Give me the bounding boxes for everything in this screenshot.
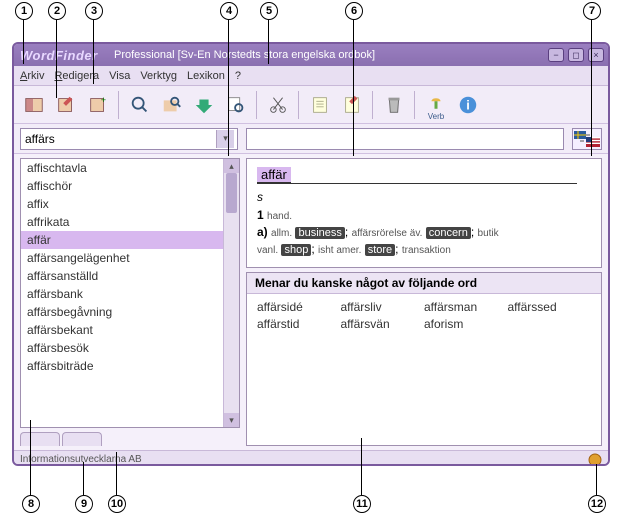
translation-shop[interactable]: shop xyxy=(281,244,311,256)
maximize-button[interactable]: ◻ xyxy=(568,48,584,62)
toolbar-search-book-icon[interactable] xyxy=(158,91,186,119)
suggestions-pane: Menar du kanske något av följande ord af… xyxy=(246,272,602,446)
menu-visa[interactable]: Visa xyxy=(109,70,130,82)
tab-2[interactable] xyxy=(62,432,102,446)
callout-7: 7 xyxy=(583,2,601,20)
toolbar: + Verb i xyxy=(14,86,608,124)
list-item[interactable]: affrikata xyxy=(21,213,223,231)
list-item[interactable]: affärsbekant xyxy=(21,321,223,339)
suggestion-item[interactable]: affärssed xyxy=(508,300,592,314)
globe-icon[interactable] xyxy=(588,453,602,467)
toolbar-book-open-icon[interactable] xyxy=(20,91,48,119)
status-text: Informationsutvecklarna AB xyxy=(20,454,142,465)
translation-concern[interactable]: concern xyxy=(426,227,471,239)
window-title: Professional [Sv-En Norstedts stora enge… xyxy=(114,49,548,61)
callout-4: 4 xyxy=(220,2,238,20)
suggestion-item[interactable]: affärsvän xyxy=(341,317,425,331)
suggestions-grid: affärsidé affärsliv affärsman affärssed … xyxy=(247,294,601,337)
callout-8: 8 xyxy=(22,495,40,513)
headword: affär xyxy=(257,167,291,183)
toolbar-search-icon[interactable] xyxy=(126,91,154,119)
toolbar-divider xyxy=(414,91,416,119)
suggestion-item[interactable]: aforism xyxy=(424,317,508,331)
menu-arkiv[interactable]: Arkiv xyxy=(20,70,44,82)
search-result-box[interactable] xyxy=(246,128,564,150)
translation-business[interactable]: business xyxy=(295,227,344,239)
left-pane: affischtavla affischör affix affrikata a… xyxy=(20,158,240,446)
toolbar-arrow-down-icon[interactable] xyxy=(190,91,218,119)
toolbar-search-note-icon[interactable] xyxy=(222,91,250,119)
search-row: ▾ xyxy=(14,124,608,154)
suggestion-item[interactable]: affärsidé xyxy=(257,300,341,314)
translation-store[interactable]: store xyxy=(365,244,395,256)
toolbar-note-icon[interactable] xyxy=(306,91,334,119)
sense-a-cont: vanl. shop; isht amer. store; transaktio… xyxy=(257,242,591,256)
scrollbar[interactable]: ▴ ▾ xyxy=(223,159,239,427)
toolbar-divider xyxy=(298,91,300,119)
toolbar-divider xyxy=(118,91,120,119)
callout-6: 6 xyxy=(345,2,363,20)
callout-11: 11 xyxy=(353,495,371,513)
menu-lexikon[interactable]: Lexikon xyxy=(187,70,225,82)
list-item[interactable]: affärsbesök xyxy=(21,339,223,357)
svg-text:i: i xyxy=(466,97,470,112)
suggestion-item xyxy=(508,317,592,331)
scroll-thumb[interactable] xyxy=(226,173,237,213)
scroll-up-icon[interactable]: ▴ xyxy=(224,159,239,173)
language-swap-button[interactable] xyxy=(572,128,602,150)
app-window: WordFinder Professional [Sv-En Norstedts… xyxy=(12,42,610,466)
callout-12: 12 xyxy=(588,495,606,513)
menubar: Arkiv Redigera Visa Verktyg Lexikon ? xyxy=(14,66,608,86)
sense-1: 1 hand. xyxy=(257,208,591,222)
list-item[interactable]: affix xyxy=(21,195,223,213)
menu-help[interactable]: ? xyxy=(235,70,241,82)
svg-text:+: + xyxy=(101,95,106,105)
list-item[interactable]: affärsanställd xyxy=(21,267,223,285)
menu-verktyg[interactable]: Verktyg xyxy=(140,70,177,82)
word-list[interactable]: affischtavla affischör affix affrikata a… xyxy=(20,158,240,428)
tab-1[interactable] xyxy=(20,432,60,446)
search-dropdown-icon[interactable]: ▾ xyxy=(216,130,234,148)
list-item[interactable]: affärsbank xyxy=(21,285,223,303)
scroll-down-icon[interactable]: ▾ xyxy=(224,413,239,427)
toolbar-verb-icon[interactable]: Verb xyxy=(422,91,450,119)
statusbar: Informationsutvecklarna AB xyxy=(14,450,608,466)
toolbar-book-plus-icon[interactable]: + xyxy=(84,91,112,119)
callout-10: 10 xyxy=(108,495,126,513)
callout-9: 9 xyxy=(75,495,93,513)
content-area: affischtavla affischör affix affrikata a… xyxy=(14,154,608,450)
search-input[interactable] xyxy=(21,130,216,148)
part-of-speech: s xyxy=(257,190,591,204)
toolbar-trash-icon[interactable] xyxy=(380,91,408,119)
suggestion-item[interactable]: affärsliv xyxy=(341,300,425,314)
callout-5: 5 xyxy=(260,2,278,20)
suggestion-item[interactable]: affärstid xyxy=(257,317,341,331)
flags-icon xyxy=(574,131,600,147)
bottom-tabs xyxy=(20,428,240,446)
toolbar-divider xyxy=(256,91,258,119)
definition-pane: affär s 1 hand. a) allm. business; affär… xyxy=(246,158,602,268)
list-item[interactable]: affärsbiträde xyxy=(21,357,223,375)
callout-1: 1 xyxy=(15,2,33,20)
minimize-button[interactable]: − xyxy=(548,48,564,62)
list-item[interactable]: affärsbegåvning xyxy=(21,303,223,321)
suggestions-header: Menar du kanske något av följande ord xyxy=(247,273,601,294)
suggestion-item[interactable]: affärsman xyxy=(424,300,508,314)
list-item[interactable]: affärsangelägenhet xyxy=(21,249,223,267)
callout-3: 3 xyxy=(85,2,103,20)
toolbar-info-icon[interactable]: i xyxy=(454,91,482,119)
search-combo[interactable]: ▾ xyxy=(20,128,238,150)
callout-2: 2 xyxy=(48,2,66,20)
toolbar-cut-icon[interactable] xyxy=(264,91,292,119)
titlebar: WordFinder Professional [Sv-En Norstedts… xyxy=(14,44,608,66)
toolbar-divider xyxy=(372,91,374,119)
app-logo: WordFinder xyxy=(14,48,114,63)
toolbar-note-pencil-icon[interactable] xyxy=(338,91,366,119)
right-pane: affär s 1 hand. a) allm. business; affär… xyxy=(246,158,602,446)
sense-a: a) allm. business; affärsrörelse äv. con… xyxy=(257,225,591,239)
list-item[interactable]: affischör xyxy=(21,177,223,195)
list-item[interactable]: affischtavla xyxy=(21,159,223,177)
list-item-selected[interactable]: affär xyxy=(21,231,223,249)
